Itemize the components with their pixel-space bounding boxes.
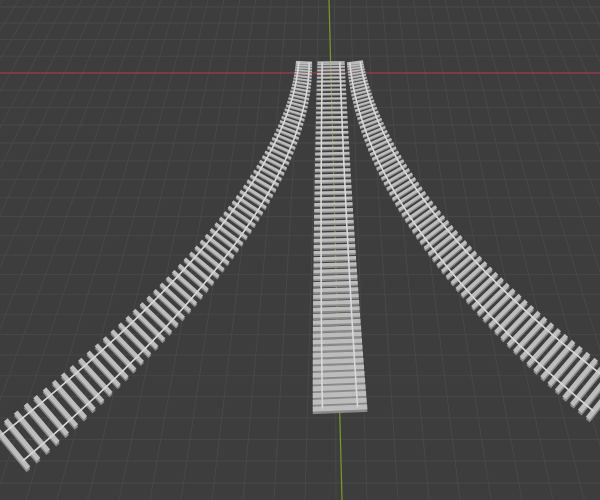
rail-tie: [313, 274, 358, 280]
rail-tie: [313, 287, 359, 293]
rail-tie: [312, 338, 363, 345]
rail-tie: [315, 157, 350, 161]
rail-tie: [313, 231, 355, 236]
rail-tie: [313, 237, 355, 243]
rail-tie: [314, 213, 354, 218]
rail-tie: [313, 255, 357, 261]
rail-tie: [312, 312, 361, 319]
rail-tie: [315, 141, 349, 145]
rail-tie: [312, 371, 365, 378]
rail-tie: [312, 397, 367, 405]
rail-tie: [314, 202, 353, 206]
rail-tie: [312, 377, 366, 385]
rail-tie: [314, 168, 351, 172]
rail-tie: [312, 384, 366, 392]
rail-tie: [314, 196, 353, 201]
rail-tie: [313, 293, 359, 299]
rail-tie: [314, 184, 352, 189]
rail-tie: [315, 120, 348, 124]
rail-tie: [312, 351, 364, 358]
rail-tie: [313, 280, 358, 286]
rail-tie: [315, 130, 349, 134]
rail-tie: [312, 331, 362, 338]
rail-tie: [315, 146, 350, 150]
rail-tie: [313, 262, 357, 267]
rail-tie: [313, 268, 357, 274]
3d-viewport[interactable]: [0, 0, 600, 500]
rail-tie: [314, 207, 353, 212]
rail-tie: [314, 173, 351, 178]
rail-tie: [313, 225, 355, 230]
rail-tie: [315, 151, 350, 155]
rail-tie: [313, 219, 354, 224]
rail-tie: [315, 125, 349, 129]
rail-tie: [312, 344, 363, 351]
rail-tie: [312, 364, 365, 371]
viewport-background: [0, 0, 600, 500]
rail-tie: [313, 299, 360, 306]
rail-tie: [314, 162, 351, 166]
rail-tie: [313, 243, 356, 249]
rail-tie: [314, 190, 352, 195]
rail-tie: [315, 136, 349, 139]
rail-tie: [312, 325, 362, 332]
rail-tie: [312, 306, 360, 312]
rail-tie: [312, 404, 368, 412]
rail-tie: [312, 357, 364, 365]
rail-tie: [312, 390, 367, 398]
rail-tie: [314, 179, 352, 183]
rail-tie: [313, 249, 356, 255]
rail-tie: [312, 318, 361, 325]
